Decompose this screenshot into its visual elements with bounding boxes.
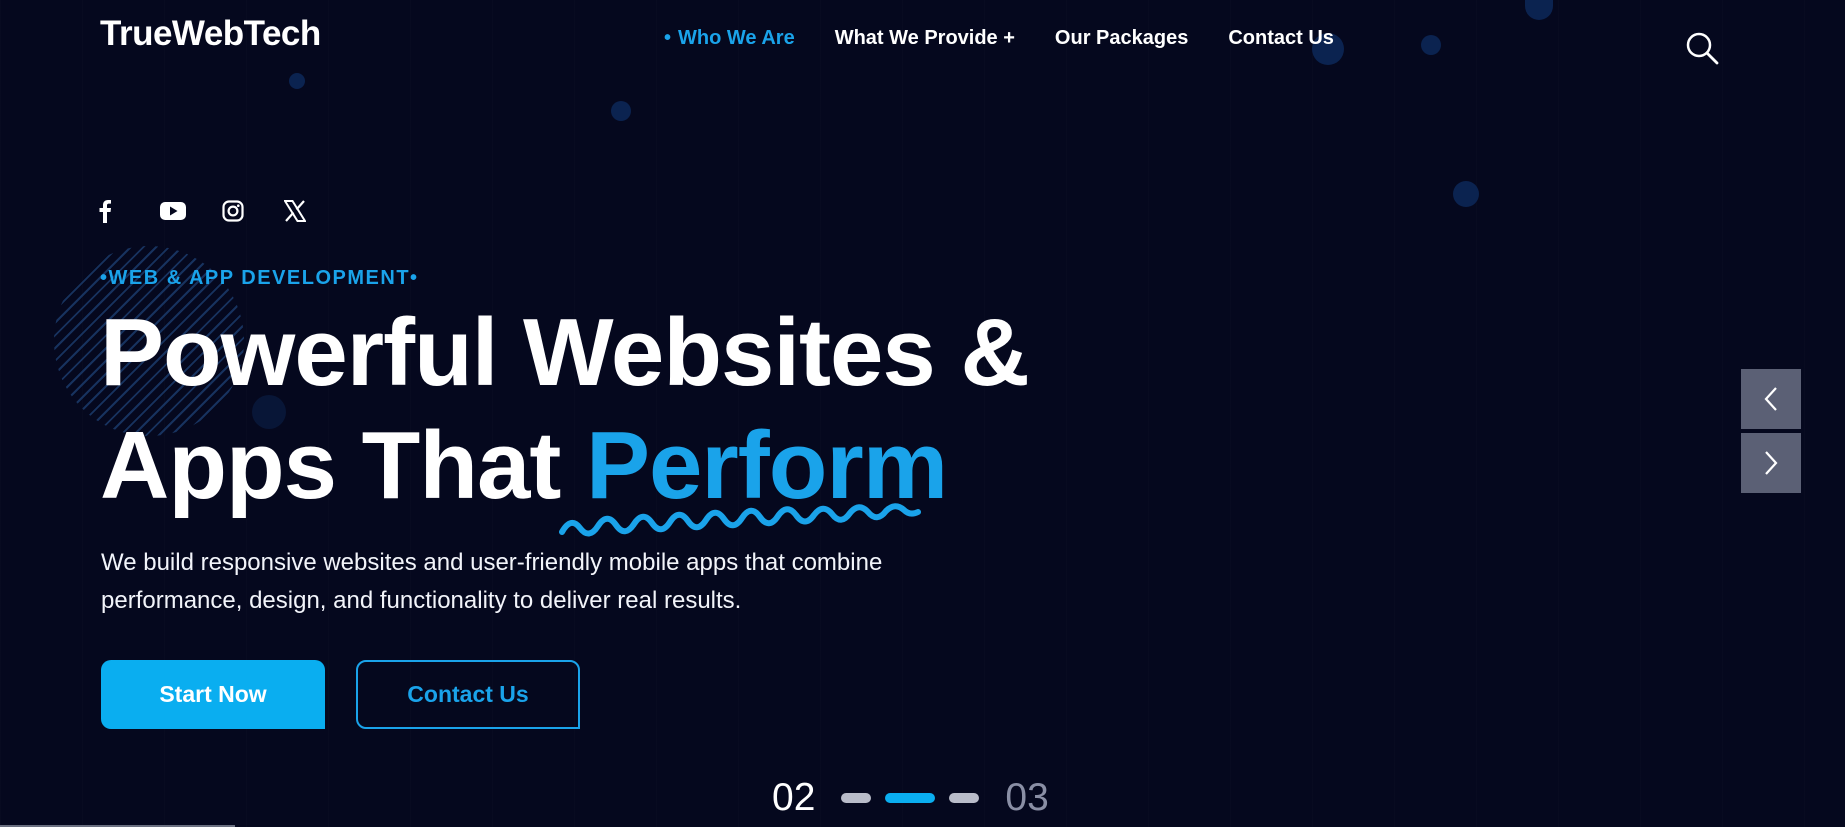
site-logo[interactable]: TrueWebTech bbox=[100, 14, 321, 54]
decor-dot bbox=[1421, 35, 1441, 55]
wavy-underline-decoration bbox=[559, 503, 921, 537]
slide-indicator-3[interactable] bbox=[949, 793, 980, 803]
nav-item-what-we-provide[interactable]: What We Provide + bbox=[835, 27, 1015, 50]
x-link[interactable] bbox=[284, 198, 346, 224]
contact-us-button[interactable]: Contact Us bbox=[356, 660, 580, 729]
facebook-link[interactable] bbox=[98, 198, 160, 224]
search-icon bbox=[1686, 32, 1719, 65]
hero-description: We build responsive websites and user-fr… bbox=[101, 549, 883, 614]
search-button[interactable] bbox=[1685, 31, 1719, 65]
nav-item-our-packages[interactable]: Our Packages bbox=[1055, 27, 1188, 50]
instagram-icon bbox=[222, 200, 244, 222]
x-icon bbox=[284, 200, 306, 222]
slider-pagination: 02 03 bbox=[772, 776, 1049, 820]
slide-indicator-1[interactable] bbox=[841, 793, 872, 803]
hero-headline: Powerful Websites & Apps That Perform bbox=[100, 296, 1030, 522]
youtube-link[interactable] bbox=[160, 198, 222, 224]
slide-indicator-2[interactable] bbox=[885, 793, 936, 803]
start-now-button[interactable]: Start Now bbox=[101, 660, 325, 729]
nav-item-who-we-are[interactable]: Who We Are bbox=[664, 27, 795, 50]
decor-dot bbox=[289, 73, 305, 89]
facebook-icon bbox=[99, 200, 111, 223]
social-links bbox=[98, 198, 346, 224]
slider-prev-button[interactable] bbox=[1741, 369, 1801, 429]
instagram-link[interactable] bbox=[222, 198, 284, 224]
main-nav: Who We Are What We Provide + Our Package… bbox=[664, 27, 1334, 50]
decor-dot bbox=[611, 101, 631, 121]
hero-eyebrow: •WEB & APP DEVELOPMENT• bbox=[100, 267, 419, 289]
nav-item-contact-us[interactable]: Contact Us bbox=[1228, 27, 1334, 50]
headline-line-2-prefix: Apps That bbox=[100, 412, 586, 519]
chevron-left-icon bbox=[1764, 387, 1777, 411]
decor-dot bbox=[1525, 0, 1553, 20]
slide-next-number: 03 bbox=[1005, 776, 1049, 819]
headline-line-1: Powerful Websites & bbox=[100, 299, 1030, 406]
decor-dot bbox=[1453, 181, 1479, 207]
slider-next-button[interactable] bbox=[1741, 433, 1801, 493]
slide-current-number: 02 bbox=[772, 776, 816, 819]
youtube-icon bbox=[160, 202, 186, 220]
chevron-right-icon bbox=[1765, 451, 1778, 475]
